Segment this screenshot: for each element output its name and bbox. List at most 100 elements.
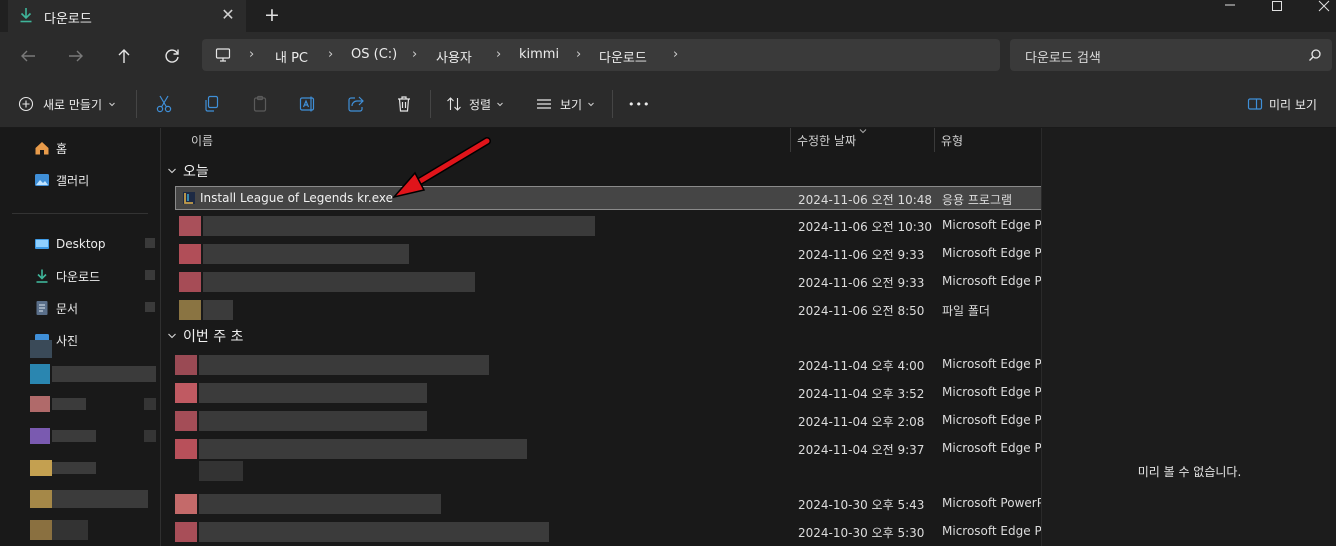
maximize-icon[interactable] (1254, 0, 1300, 14)
refresh-icon[interactable] (160, 44, 184, 68)
chevron-right-icon: › (328, 47, 334, 62)
preview-pane-button[interactable]: 미리 보기 (1247, 94, 1317, 114)
table-row[interactable]: 2024-11-06 오전 9:33 Microsoft Edge P... (175, 270, 1051, 294)
breadcrumb-kimmi[interactable]: kimmi (519, 47, 559, 62)
close-tab-icon[interactable]: ✕ (220, 6, 236, 24)
sidebar-item-label: 사진 (56, 333, 79, 348)
file-type: Microsoft Edge P... (942, 246, 1050, 260)
redacted-file-name (199, 411, 427, 431)
file-row-install-lol[interactable]: Install League of Legends kr.exe 2024-11… (175, 186, 1051, 210)
up-arrow-icon[interactable] (112, 44, 136, 68)
preview-pane: 미리 볼 수 없습니다. (1041, 128, 1336, 546)
chevron-right-icon: › (249, 47, 255, 62)
preview-empty-message: 미리 볼 수 없습니다. (1137, 465, 1242, 479)
chevron-down-icon (497, 102, 503, 107)
view-button[interactable]: 보기 (536, 94, 596, 114)
view-label: 보기 (560, 97, 583, 112)
redacted-file-icon (179, 244, 201, 264)
desktop-icon (35, 239, 49, 249)
table-row[interactable]: 2024-11-06 오전 10:30 Microsoft Edge P... (175, 214, 1051, 238)
pin-icon (145, 270, 155, 280)
search-icon (1309, 49, 1321, 61)
file-type: Microsoft PowerP... (942, 496, 1050, 510)
file-name: Install League of Legends kr.exe (200, 191, 393, 205)
file-date: 2024-11-06 오전 9:33 (798, 248, 925, 262)
sidebar-item-home[interactable]: 홈 (34, 138, 67, 158)
pin-icon (145, 238, 155, 248)
file-date: 2024-11-06 오전 8:50 (798, 304, 925, 318)
group-label: 이번 주 초 (183, 329, 244, 345)
table-row[interactable]: 2024-10-30 오후 5:43 Microsoft PowerP... (175, 492, 1051, 516)
file-list: 이름 수정한 날짜 유형 오늘 Install League of Legend… (161, 128, 1062, 546)
file-date: 2024-11-04 오후 3:52 (798, 387, 925, 401)
new-button[interactable]: 새로 만들기 (18, 94, 117, 114)
redacted-folder-icon (179, 300, 201, 320)
table-row[interactable]: 2024-11-06 오전 8:50 파일 폴더 (175, 298, 1051, 322)
sidebar-item-downloads[interactable]: 다운로드 (34, 266, 100, 286)
rename-icon[interactable] (299, 94, 317, 114)
back-arrow-icon[interactable] (16, 44, 40, 68)
chevron-down-icon (588, 102, 594, 107)
cut-icon[interactable] (155, 94, 173, 114)
sort-button[interactable]: 정렬 (446, 94, 505, 114)
navigation-pane: 홈 갤러리 Desktop 다운로드 문서 사진 (0, 128, 160, 546)
search-box[interactable]: 다운로드 검색 (1010, 39, 1332, 71)
breadcrumb-users[interactable]: 사용자 (436, 47, 472, 66)
delete-icon[interactable] (395, 94, 413, 114)
breadcrumb-this-pc[interactable]: 내 PC (275, 47, 308, 66)
sidebar-item-desktop[interactable]: Desktop (34, 234, 106, 254)
sort-icon (447, 97, 461, 111)
new-tab-button[interactable]: + (262, 4, 282, 26)
tab-downloads[interactable]: 다운로드 ✕ (8, 0, 246, 32)
table-row[interactable]: 2024-11-04 오전 9:37 Microsoft Edge P... (175, 437, 1051, 481)
more-options-button[interactable]: ••• (628, 94, 650, 114)
share-icon[interactable] (347, 94, 365, 114)
redacted-file-name (199, 439, 527, 459)
column-header-type[interactable]: 유형 (941, 132, 963, 149)
table-row[interactable]: 2024-11-04 오후 2:08 Microsoft Edge P... (175, 409, 1051, 433)
redacted-file-name (199, 355, 489, 375)
window-close-icon[interactable] (1300, 0, 1336, 14)
file-type: Microsoft Edge P... (942, 357, 1050, 371)
sidebar-item-gallery[interactable]: 갤러리 (34, 170, 89, 190)
address-bar[interactable]: › 내 PC › OS (C:) › 사용자 › kimmi › 다운로드 › (202, 39, 1000, 71)
column-header-modified[interactable]: 수정한 날짜 (797, 132, 856, 149)
group-header-today[interactable]: 오늘 (167, 161, 209, 181)
toolbar-separator (430, 90, 431, 118)
sidebar-item-label: 홈 (56, 141, 68, 156)
file-date: 2024-10-30 오후 5:30 (798, 526, 925, 540)
column-header-name[interactable]: 이름 (191, 132, 213, 149)
breadcrumb-downloads[interactable]: 다운로드 (599, 47, 647, 66)
download-icon (36, 269, 48, 283)
column-separator[interactable] (790, 128, 791, 152)
breadcrumb-os-drive[interactable]: OS (C:) (351, 47, 397, 62)
tab-title: 다운로드 (44, 12, 92, 27)
table-row[interactable]: 2024-10-30 오후 5:30 Microsoft Edge P... (175, 520, 1051, 544)
redacted-file-icon (179, 272, 201, 292)
sidebar-item-label: 갤러리 (56, 173, 90, 188)
table-row[interactable]: 2024-11-04 오후 3:52 Microsoft Edge P... (175, 381, 1051, 405)
redacted-file-name (199, 494, 441, 514)
redacted-file-icon (175, 411, 197, 431)
forward-arrow-icon[interactable] (64, 44, 88, 68)
column-separator[interactable] (934, 128, 935, 152)
chevron-right-icon: › (496, 47, 502, 62)
copy-icon[interactable] (203, 94, 221, 114)
view-icon (537, 99, 551, 109)
paste-icon[interactable] (251, 94, 269, 114)
title-bar: 다운로드 ✕ + (0, 0, 1336, 32)
file-type: 응용 프로그램 (942, 193, 1013, 207)
chevron-right-icon: › (412, 47, 418, 62)
minimize-icon[interactable] (1207, 0, 1253, 14)
file-date: 2024-11-04 오후 2:08 (798, 415, 925, 429)
sidebar-item-documents[interactable]: 문서 (34, 298, 78, 318)
group-header-this-week[interactable]: 이번 주 초 (167, 326, 243, 346)
redacted-file-name (199, 461, 243, 481)
table-row[interactable]: 2024-11-04 오후 4:00 Microsoft Edge P... (175, 353, 1051, 377)
file-date: 2024-11-06 오전 10:30 (798, 220, 933, 234)
file-type: Microsoft Edge P... (942, 218, 1050, 232)
document-icon (36, 301, 48, 315)
table-row[interactable]: 2024-11-06 오전 9:33 Microsoft Edge P... (175, 242, 1051, 266)
chevron-down-icon (168, 168, 176, 174)
sidebar-item-label: 다운로드 (56, 269, 101, 284)
